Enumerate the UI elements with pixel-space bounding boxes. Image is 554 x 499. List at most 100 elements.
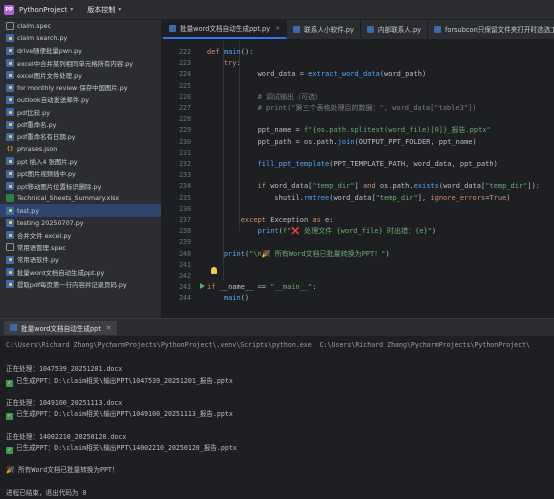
run-tool-window-header: 批量word文档自动生成ppt ✕ (0, 318, 554, 336)
line-number: 240 (179, 249, 191, 258)
py-file-icon (6, 169, 14, 178)
line-number: 238 (179, 227, 191, 236)
project-tree-item-label: ppt 插入4 张图片.py (17, 157, 78, 166)
editor-tab-label: 批量word文档自动生成ppt.py (180, 25, 271, 33)
run-tab-label: 批量word文档自动生成ppt (21, 324, 101, 333)
py-file-icon (6, 206, 14, 215)
code-line[interactable]: 244 main() (163, 291, 554, 305)
py-file-icon (6, 280, 14, 289)
project-tree-item[interactable]: 批量word文档自动生成ppt.py (0, 266, 161, 278)
project-tree-item-label: pdf重命名有日期.py (17, 133, 76, 142)
project-tree-item-label: 合并文件 excel.py (17, 231, 72, 240)
project-tree-item-label: excel图片文件处理.py (17, 71, 82, 80)
title-bar: PP PythonProject ▾ 版本控制 ▾ (0, 0, 554, 20)
line-number: 244 (179, 294, 191, 303)
console-line: ✓ 已生成PPT：D:\claim相关\输出PPT\1047539_2025120… (6, 375, 233, 387)
project-tree-item[interactable]: testing 20250707.py (0, 217, 161, 229)
run-console[interactable]: C:\Users\Richard Zhang\PycharmProjects\P… (0, 336, 554, 499)
close-icon[interactable]: ✕ (275, 25, 280, 32)
line-number: 231 (179, 148, 191, 157)
check-icon: ✓ (6, 379, 13, 387)
project-tree-item[interactable]: 提取pdf每页第一行内容并记录页码.py (0, 278, 161, 290)
project-tree-item-label: phrases.json (17, 145, 58, 154)
project-tree-item[interactable]: excel图片文件处理.py (0, 69, 161, 81)
xlsx-file-icon (6, 194, 14, 203)
project-tree-item-label: outlook自动发送邮件.py (17, 96, 89, 105)
line-number: 237 (179, 216, 191, 224)
code-text: ppt_path = os.path.join(OUTPUT_PPT_FOLDE… (207, 137, 477, 146)
python-file-icon (366, 25, 374, 33)
project-tree-item-label: 常用语软件.py (17, 256, 59, 265)
app-logo-icon[interactable]: PP (4, 4, 14, 15)
editor-tab[interactable]: 联系人小软件.py (287, 19, 361, 39)
line-number: 230 (179, 137, 191, 146)
code-text: word_data = extract_word_data(word_path) (207, 70, 427, 79)
project-tree-item[interactable]: excel中合并某列相同单元格所有内容.py (0, 57, 161, 69)
console-line: 进程已结束，退出代码为 0 (6, 487, 86, 497)
line-number: 233 (179, 171, 191, 180)
project-tree-item-label: testing 20250707.py (17, 218, 84, 227)
line-number: 222 (179, 48, 191, 56)
spec-file-icon (6, 243, 14, 252)
console-line: 正在处理：1047539_20251201.docx (6, 363, 122, 373)
project-tree-item-label: ppt移动图片位置标识删除.py (17, 182, 102, 191)
python-file-icon (293, 25, 301, 33)
vcs-menu[interactable]: 版本控制 (87, 5, 115, 15)
code-editor[interactable]: 222 def main(): 223 try: 224 word_data = ex… (163, 41, 554, 318)
py-file-icon (6, 83, 14, 92)
project-tree-item[interactable]: ppt移动图片位置标识删除.py (0, 180, 161, 192)
project-tree-item-label: Technical_Sheets_Summary.xlsx (17, 194, 120, 203)
line-number: 227 (179, 104, 191, 112)
python-file-icon (169, 24, 176, 32)
project-tree-item[interactable]: ppt图片视频插中.py (0, 168, 161, 180)
project-tree-item[interactable]: pdf比较.py (0, 106, 161, 118)
py-file-icon (6, 34, 14, 43)
project-tree-item-label: 常用语管理.spec (17, 243, 66, 252)
code-text: if __name__ == "__main__": (207, 283, 317, 292)
project-tree-item[interactable]: pdf重命名有日期.py (0, 131, 161, 143)
console-line: ✓ 已生成PPT：D:\claim相关\输出PPT\14002210_202501… (6, 442, 237, 454)
line-number: 242 (179, 272, 191, 280)
project-tree-item[interactable]: 常用语管理.spec (0, 241, 161, 253)
py-file-icon (6, 182, 14, 190)
project-switcher[interactable]: PythonProject (19, 6, 67, 14)
line-number: 225 (179, 81, 191, 90)
editor-tab[interactable]: forsubcon只保留文件夹打开时选选工 (428, 19, 554, 39)
project-tree-item-label: ppt图片视频插中.py (17, 170, 76, 179)
run-tab[interactable]: 批量word文档自动生成ppt ✕ (4, 320, 118, 335)
console-line: C:\Users\Richard Zhang\PycharmProjects\P… (6, 341, 530, 349)
editor-tab[interactable]: 批量word文档自动生成ppt.py ✕ (163, 19, 288, 39)
line-number: 243 (179, 283, 191, 292)
py-file-icon (6, 59, 14, 68)
project-tree-item[interactable]: for monthly review 保存中国图片.py (0, 81, 161, 93)
editor-tab[interactable]: 内部联系人.py (361, 19, 429, 39)
chevron-down-icon[interactable]: ▾ (118, 6, 121, 13)
project-tree-item-label: claim.spec (17, 22, 52, 31)
project-tree-item[interactable]: pdf重命名.py (0, 118, 161, 130)
project-tree-item-label: test.py (17, 206, 40, 215)
line-number: 229 (179, 126, 191, 135)
project-tree-item[interactable]: drive随便批量pwn.py (0, 45, 161, 57)
project-tree-item[interactable]: 合并文件 excel.py (0, 229, 161, 241)
project-tree-item[interactable]: Technical_Sheets_Summary.xlsx (0, 192, 161, 204)
close-icon[interactable]: ✕ (106, 324, 112, 332)
project-tree-item-label: 提取pdf每页第一行内容并记录页码.py (17, 280, 127, 289)
console-line-text: 已生成PPT：D:\claim相关\输出PPT\1049100_20251113… (16, 410, 233, 419)
py-file-icon (6, 120, 14, 129)
project-tree-item-label: for monthly review 保存中国图片.py (17, 84, 128, 93)
project-tree-item[interactable]: outlook自动发送邮件.py (0, 94, 161, 106)
chevron-down-icon[interactable]: ▾ (70, 6, 73, 13)
project-tree-item[interactable]: test.py (0, 204, 161, 217)
project-tree-item[interactable]: 常用语软件.py (0, 254, 161, 266)
py-file-icon (6, 132, 14, 141)
console-line: 正在处理：1049100_20251113.docx (6, 397, 122, 407)
console-line-text: 已生成PPT：D:\claim相关\输出PPT\1047539_20251201… (16, 376, 233, 385)
project-tree-item[interactable]: {} phrases.json (0, 143, 161, 155)
project-tree-item[interactable]: claim search.py (0, 32, 161, 44)
project-tree-item[interactable]: claim.spec (0, 20, 161, 32)
check-icon: ✓ (6, 446, 13, 454)
project-tree-item-label: claim search.py (17, 34, 68, 43)
console-line-text: 已生成PPT：D:\claim相关\输出PPT\14002210_2025012… (16, 443, 237, 452)
line-number: 234 (179, 182, 191, 191)
project-tree-item[interactable]: ppt 插入4 张图片.py (0, 155, 161, 167)
